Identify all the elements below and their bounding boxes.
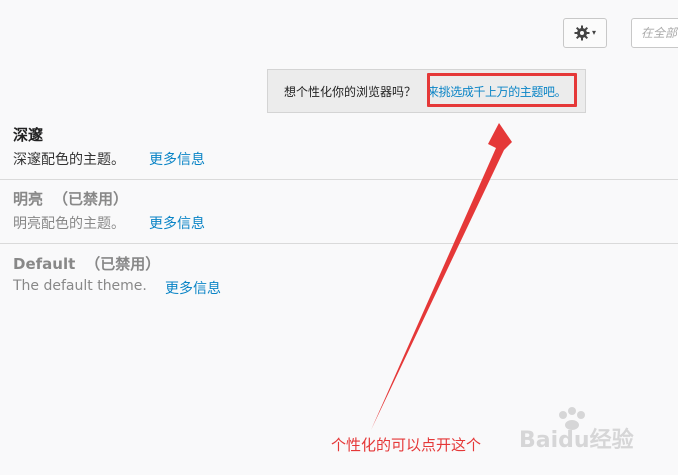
- theme-item-dark[interactable]: 深邃 深邃配色的主题。 更多信息: [0, 116, 678, 180]
- theme-item-default[interactable]: Default （已禁用） The default theme. 更多信息: [0, 245, 678, 309]
- annotation-highlight-box: [427, 73, 577, 107]
- theme-name: 明亮 （已禁用）: [13, 188, 128, 209]
- chevron-down-icon: ▾: [591, 28, 596, 37]
- theme-name-text: Default: [13, 255, 76, 273]
- theme-description: The default theme.: [13, 278, 147, 294]
- watermark-text: Baidu经验: [519, 427, 634, 451]
- theme-description: 深邃配色的主题。: [13, 152, 125, 168]
- theme-name: 深邃: [13, 126, 44, 144]
- annotation-text: 个性化的可以点开这个: [331, 436, 482, 454]
- theme-name: Default （已禁用）: [13, 253, 160, 274]
- settings-gear-button[interactable]: ▾: [563, 18, 607, 48]
- paw-icon: [559, 407, 585, 430]
- more-info-link[interactable]: 更多信息: [165, 278, 221, 298]
- disabled-status: （已禁用）: [53, 190, 129, 208]
- disabled-status: （已禁用）: [85, 255, 161, 273]
- more-info-link[interactable]: 更多信息: [149, 149, 205, 169]
- theme-item-light[interactable]: 明亮 （已禁用） 明亮配色的主题。 更多信息: [0, 180, 678, 244]
- search-input[interactable]: [631, 18, 678, 48]
- theme-description: 明亮配色的主题。: [13, 216, 125, 232]
- more-info-link[interactable]: 更多信息: [149, 213, 205, 233]
- theme-name-text: 明亮: [13, 190, 44, 208]
- gear-icon: [574, 25, 590, 41]
- baidu-watermark: Baidu经验: [519, 401, 669, 451]
- promo-question: 想个性化你的浏览器吗？: [284, 85, 417, 99]
